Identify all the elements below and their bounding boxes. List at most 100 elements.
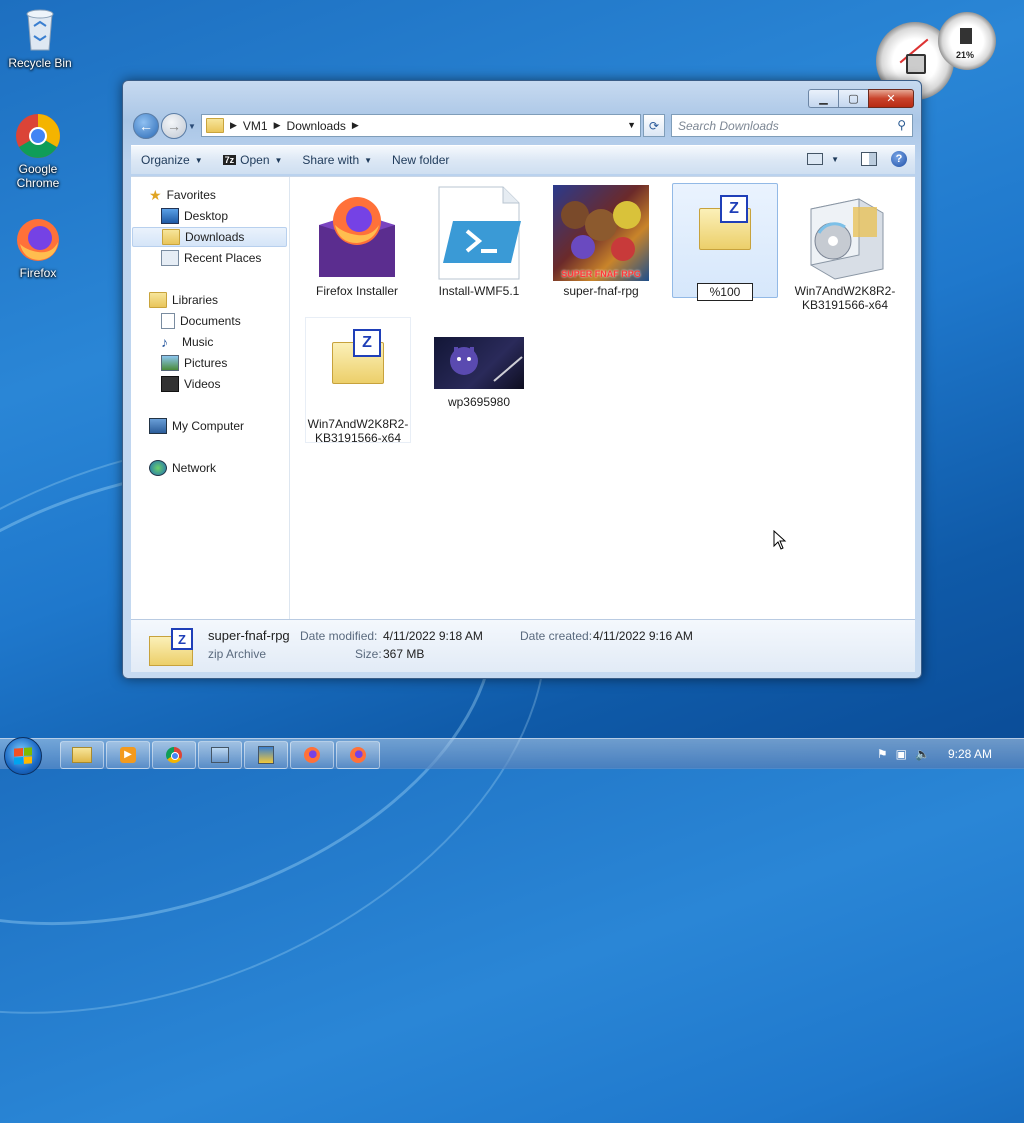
file-name: super-fnaf-rpg	[563, 284, 639, 298]
downloads-folder-icon	[162, 229, 180, 245]
address-dropdown-icon[interactable]: ▼	[627, 120, 636, 130]
navigation-bar: ← → ▼ ▶ VM1 ▶ Downloads ▶ ▼ ⟳ Search Dow…	[131, 113, 913, 139]
file-item[interactable]: Z Win7AndW2K8R2-KB3191566-x64	[305, 317, 411, 445]
new-folder-button[interactable]: New folder	[392, 153, 449, 167]
firefox-icon	[304, 747, 320, 763]
chrome-icon	[166, 747, 182, 763]
nav-videos[interactable]: Videos	[161, 374, 220, 394]
taskbar-firefox-button[interactable]	[336, 741, 380, 769]
nav-label: Libraries	[172, 293, 219, 307]
address-bar[interactable]: ▶ VM1 ▶ Downloads ▶ ▼	[201, 114, 641, 137]
size-label: Size:	[355, 647, 382, 661]
file-item[interactable]: Install-WMF5.1	[427, 185, 531, 298]
action-center-flag-icon[interactable]: ⚑	[877, 747, 888, 761]
recycle-bin-icon	[16, 6, 64, 54]
file-item[interactable]: Win7AndW2K8R2-KB3191566-x64	[793, 185, 897, 312]
file-item-selected[interactable]: Z %100	[672, 183, 778, 301]
taskbar-chrome-button[interactable]	[152, 741, 196, 769]
maximize-button[interactable]: ▢	[838, 89, 868, 108]
desktop-icon-chrome[interactable]: Google Chrome	[0, 112, 76, 190]
nav-libraries[interactable]: Libraries	[149, 290, 218, 310]
nav-label: Documents	[180, 314, 241, 328]
nav-favorites[interactable]: ★ Favorites	[149, 185, 216, 205]
taskbar-control-panel-button[interactable]	[198, 741, 242, 769]
preview-pane-icon[interactable]	[861, 152, 877, 166]
breadcrumb-separator-icon[interactable]: ▶	[352, 120, 359, 131]
window-caption-buttons: ▁ ▢ ✕	[808, 89, 914, 108]
taskbar: ▶ ⚑ ▣ 🔈 9:28 AM	[0, 737, 1024, 775]
desktop-icon-recycle-bin[interactable]: Recycle Bin	[2, 6, 78, 70]
thumbnail-title: SUPER FNAF RPG	[561, 269, 641, 279]
memory-meter-gadget[interactable]: 21%	[938, 12, 996, 70]
desktop-icon-label: Firefox	[19, 266, 57, 280]
zip-archive-icon: Z	[310, 318, 406, 414]
7zip-z-icon: Z	[720, 195, 748, 223]
nav-documents[interactable]: Documents	[161, 311, 241, 331]
star-icon: ★	[149, 186, 162, 203]
share-with-button[interactable]: Share with ▼	[302, 153, 372, 167]
view-icon[interactable]	[807, 153, 824, 165]
nav-pictures[interactable]: Pictures	[161, 353, 227, 373]
organize-button[interactable]: Organize ▼	[141, 153, 203, 167]
details-file-name: super-fnaf-rpg	[208, 628, 290, 643]
help-icon[interactable]: ?	[891, 151, 907, 167]
pictures-icon	[161, 355, 179, 371]
explorer-icon	[72, 747, 92, 763]
recent-pages-dropdown[interactable]: ▼	[188, 122, 196, 131]
details-pane: Z super-fnaf-rpg zip Archive Date modifi…	[131, 619, 915, 672]
share-with-label: Share with	[302, 153, 360, 167]
command-bar: Organize ▼ 7z Open ▼ Share with ▼ New folder…	[131, 145, 915, 174]
file-item[interactable]: Firefox Installer	[305, 185, 409, 298]
breadcrumb-separator-icon[interactable]: ▶	[230, 120, 237, 131]
nav-recent-places[interactable]: Recent Places	[161, 248, 261, 268]
nav-label: Favorites	[166, 188, 216, 202]
videos-icon	[161, 376, 179, 392]
organize-label: Organize	[141, 153, 190, 167]
clock[interactable]: 9:28 AM	[948, 747, 992, 761]
taskbar-media-player-button[interactable]: ▶	[106, 741, 150, 769]
nav-downloads[interactable]: Downloads	[132, 227, 287, 247]
nav-my-computer[interactable]: My Computer	[149, 416, 244, 436]
file-item[interactable]: wp3695980	[427, 317, 531, 409]
size-value: 367 MB	[383, 647, 425, 661]
nav-desktop[interactable]: Desktop	[161, 206, 228, 226]
chevron-down-icon: ▼	[274, 155, 283, 165]
network-tray-icon[interactable]: ▣	[896, 747, 907, 761]
music-icon: ♪	[161, 334, 168, 350]
close-button[interactable]: ✕	[868, 89, 914, 108]
taskbar-firefox-button[interactable]	[290, 741, 334, 769]
nav-label: Network	[172, 461, 217, 475]
date-created-label: Date created:	[520, 629, 593, 643]
chevron-down-icon: ▼	[364, 155, 373, 165]
breadcrumb-separator-icon[interactable]: ▶	[274, 120, 281, 131]
taskbar-update-button[interactable]	[244, 741, 288, 769]
file-item[interactable]: SUPER FNAF RPG super-fnaf-rpg	[549, 185, 653, 298]
nav-music[interactable]: ♪ Music	[161, 332, 213, 352]
windows-update-installer-icon	[797, 185, 893, 281]
recent-places-icon	[161, 250, 179, 266]
explorer-window[interactable]: ▁ ▢ ✕ ← → ▼ ▶ VM1 ▶ Downloads ▶ ▼ ⟳ Sear…	[122, 80, 922, 679]
computer-icon	[149, 418, 167, 434]
desktop-icon-firefox[interactable]: Firefox	[0, 216, 76, 280]
navigation-pane: ★ Favorites Desktop Downloads Recent Plac…	[131, 177, 290, 620]
mouse-cursor-icon	[773, 529, 787, 553]
view-dropdown-icon[interactable]: ▼	[831, 155, 839, 164]
open-button[interactable]: 7z Open ▼	[222, 153, 283, 167]
breadcrumb-downloads[interactable]: Downloads	[287, 119, 346, 133]
start-button[interactable]	[4, 737, 42, 775]
rename-input[interactable]: %100	[697, 283, 753, 301]
refresh-button[interactable]: ⟳	[643, 114, 665, 137]
search-input[interactable]: Search Downloads ⚲	[671, 114, 913, 137]
breadcrumb-vm1[interactable]: VM1	[243, 119, 268, 133]
date-modified-value: 4/11/2022 9:18 AM	[383, 629, 483, 643]
open-label: Open	[240, 153, 270, 167]
search-placeholder: Search Downloads	[678, 118, 779, 133]
back-button[interactable]: ←	[133, 113, 159, 139]
volume-icon[interactable]: 🔈	[915, 747, 930, 761]
taskbar-explorer-button[interactable]	[60, 741, 104, 769]
minimize-button[interactable]: ▁	[808, 89, 838, 108]
desktop-icon-label: Recycle Bin	[8, 56, 72, 70]
windows-logo-icon	[14, 747, 32, 765]
forward-button[interactable]: →	[161, 113, 187, 139]
nav-network[interactable]: Network	[149, 458, 216, 478]
